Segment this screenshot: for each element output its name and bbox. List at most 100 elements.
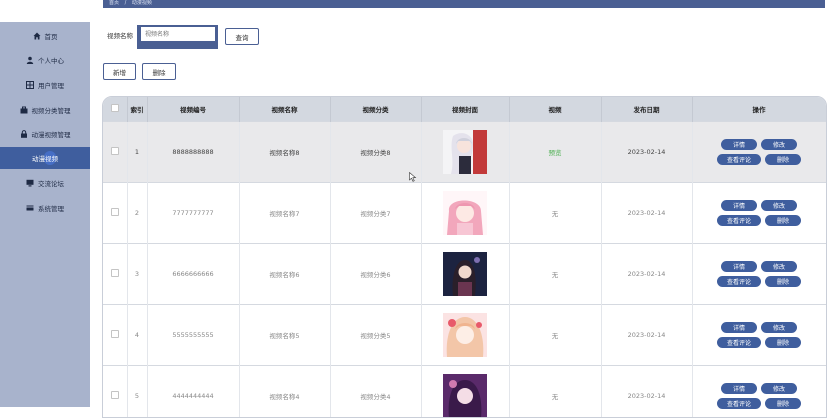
row-delete-button[interactable]: 删除: [765, 154, 801, 165]
cell-operations: 详情修改 查看评论删除: [692, 305, 826, 366]
cell-operations: 详情修改 查看评论删除: [692, 244, 826, 305]
sidebar-item-label: 系统管理: [38, 203, 64, 213]
cell-name: 视频名称5: [239, 305, 330, 366]
cell-date: 2023-02-14: [601, 366, 692, 418]
cell-category: 视频分类4: [330, 366, 421, 418]
table-row[interactable]: 4 5555555555 视频名称5 视频分类5 无 2023-02-14 详情…: [103, 305, 826, 366]
cell-category: 视频分类5: [330, 305, 421, 366]
sidebar-item-label: 用户管理: [38, 80, 64, 90]
view-comments-button[interactable]: 查看评论: [717, 337, 761, 348]
sidebar-item-video-management[interactable]: 动漫视频管理: [0, 123, 90, 145]
column-header: 视频编号: [147, 97, 239, 122]
column-header: 视频封面: [421, 97, 509, 122]
user-icon: [26, 56, 34, 64]
cell-code: 7777777777: [147, 183, 239, 244]
cell-name: 视频名称8: [239, 122, 330, 183]
sidebar-item-label: 首页: [45, 31, 58, 41]
briefcase-icon: [20, 106, 28, 114]
cell-code: 4444444444: [147, 366, 239, 418]
add-button[interactable]: 新增: [103, 63, 136, 80]
cell-video: 无: [509, 305, 601, 366]
view-comments-button[interactable]: 查看评论: [717, 154, 761, 165]
detail-button[interactable]: 详情: [721, 383, 757, 394]
view-comments-button[interactable]: 查看评论: [717, 398, 761, 409]
detail-button[interactable]: 详情: [721, 261, 757, 272]
row-delete-button[interactable]: 删除: [765, 398, 801, 409]
sidebar: 首页 个人中心 用户管理 视频分类管理 动漫视频管理 动漫视频 交流论坛: [0, 22, 90, 407]
edit-button[interactable]: 修改: [761, 383, 797, 394]
detail-button[interactable]: 详情: [721, 322, 757, 333]
sidebar-item-users[interactable]: 用户管理: [0, 74, 90, 96]
cell-index: 4: [127, 305, 147, 366]
breadcrumb-current: 动漫视频: [132, 0, 152, 6]
card-icon: [26, 204, 34, 212]
sidebar-item-anime-video[interactable]: 动漫视频: [0, 147, 90, 169]
row-delete-button[interactable]: 删除: [765, 337, 801, 348]
column-header: 索引: [127, 97, 147, 122]
cell-name: 视频名称7: [239, 183, 330, 244]
breadcrumb-separator: /: [125, 0, 127, 6]
cell-index: 5: [127, 366, 147, 418]
search-input-frame: [137, 25, 218, 49]
cell-video: 无: [509, 366, 601, 418]
video-cover-image: [443, 374, 487, 418]
search-button[interactable]: 查询: [225, 28, 259, 45]
cell-name: 视频名称4: [239, 366, 330, 418]
sidebar-item-profile[interactable]: 个人中心: [0, 49, 90, 71]
table-row[interactable]: 1 8888888888 视频名称8 视频分类8 预览 2023-02-14 详…: [103, 122, 826, 183]
detail-button[interactable]: 详情: [721, 200, 757, 211]
view-comments-button[interactable]: 查看评论: [717, 276, 761, 287]
sidebar-item-video-category[interactable]: 视频分类管理: [0, 99, 90, 121]
breadcrumb-home[interactable]: 首页: [109, 0, 119, 6]
column-header: 视频分类: [330, 97, 421, 122]
row-checkbox[interactable]: [111, 208, 119, 216]
edit-button[interactable]: 修改: [761, 322, 797, 333]
cell-operations: 详情修改 查看评论删除: [692, 366, 826, 418]
row-checkbox[interactable]: [111, 391, 119, 399]
grid-icon: [26, 81, 34, 89]
home-icon: [33, 32, 41, 40]
video-cover-image: [443, 130, 487, 174]
cell-date: 2023-02-14: [601, 122, 692, 183]
cell-video: 无: [509, 183, 601, 244]
cell-operations: 详情修改 查看评论删除: [692, 122, 826, 183]
sidebar-item-label: 视频分类管理: [32, 105, 71, 115]
breadcrumb: 首页 / 动漫视频: [103, 0, 825, 8]
sidebar-item-label: 个人中心: [38, 55, 64, 65]
search-input[interactable]: [141, 27, 215, 41]
sidebar-item-forum[interactable]: 交流论坛: [0, 172, 90, 194]
edit-button[interactable]: 修改: [761, 261, 797, 272]
table-row[interactable]: 5 4444444444 视频名称4 视频分类4 无 2023-02-14 详情…: [103, 366, 826, 418]
sidebar-item-label: 交流论坛: [38, 178, 64, 188]
cell-operations: 详情修改 查看评论删除: [692, 183, 826, 244]
row-delete-button[interactable]: 删除: [765, 215, 801, 226]
sidebar-item-home[interactable]: 首页: [0, 25, 90, 47]
row-checkbox[interactable]: [111, 330, 119, 338]
cell-code: 5555555555: [147, 305, 239, 366]
table-row[interactable]: 2 7777777777 视频名称7 视频分类7 无 2023-02-14 详情…: [103, 183, 826, 244]
delete-button[interactable]: 删除: [142, 63, 176, 80]
cell-date: 2023-02-14: [601, 305, 692, 366]
cell-date: 2023-02-14: [601, 183, 692, 244]
cell-category: 视频分类8: [330, 122, 421, 183]
view-comments-button[interactable]: 查看评论: [717, 215, 761, 226]
row-checkbox[interactable]: [111, 269, 119, 277]
row-checkbox[interactable]: [111, 147, 119, 155]
cell-code: 8888888888: [147, 122, 239, 183]
cell-code: 6666666666: [147, 244, 239, 305]
cell-video-preview-link[interactable]: 预览: [509, 122, 601, 183]
sidebar-item-system[interactable]: 系统管理: [0, 197, 90, 219]
select-all-header: [103, 97, 127, 122]
edit-button[interactable]: 修改: [761, 139, 797, 150]
monitor-icon: [26, 179, 34, 187]
table-row[interactable]: 3 6666666666 视频名称6 视频分类6 无 2023-02-14 详情…: [103, 244, 826, 305]
select-all-checkbox[interactable]: [111, 104, 119, 112]
table-header-row: 索引 视频编号 视频名称 视频分类 视频封面 视频 发布日期 操作: [103, 97, 826, 122]
detail-button[interactable]: 详情: [721, 139, 757, 150]
edit-button[interactable]: 修改: [761, 200, 797, 211]
video-cover-image: [443, 191, 487, 235]
row-delete-button[interactable]: 删除: [765, 276, 801, 287]
video-cover-image: [443, 252, 487, 296]
sidebar-item-label: 动漫视频: [32, 153, 58, 163]
sidebar-item-label: 动漫视频管理: [32, 129, 71, 139]
